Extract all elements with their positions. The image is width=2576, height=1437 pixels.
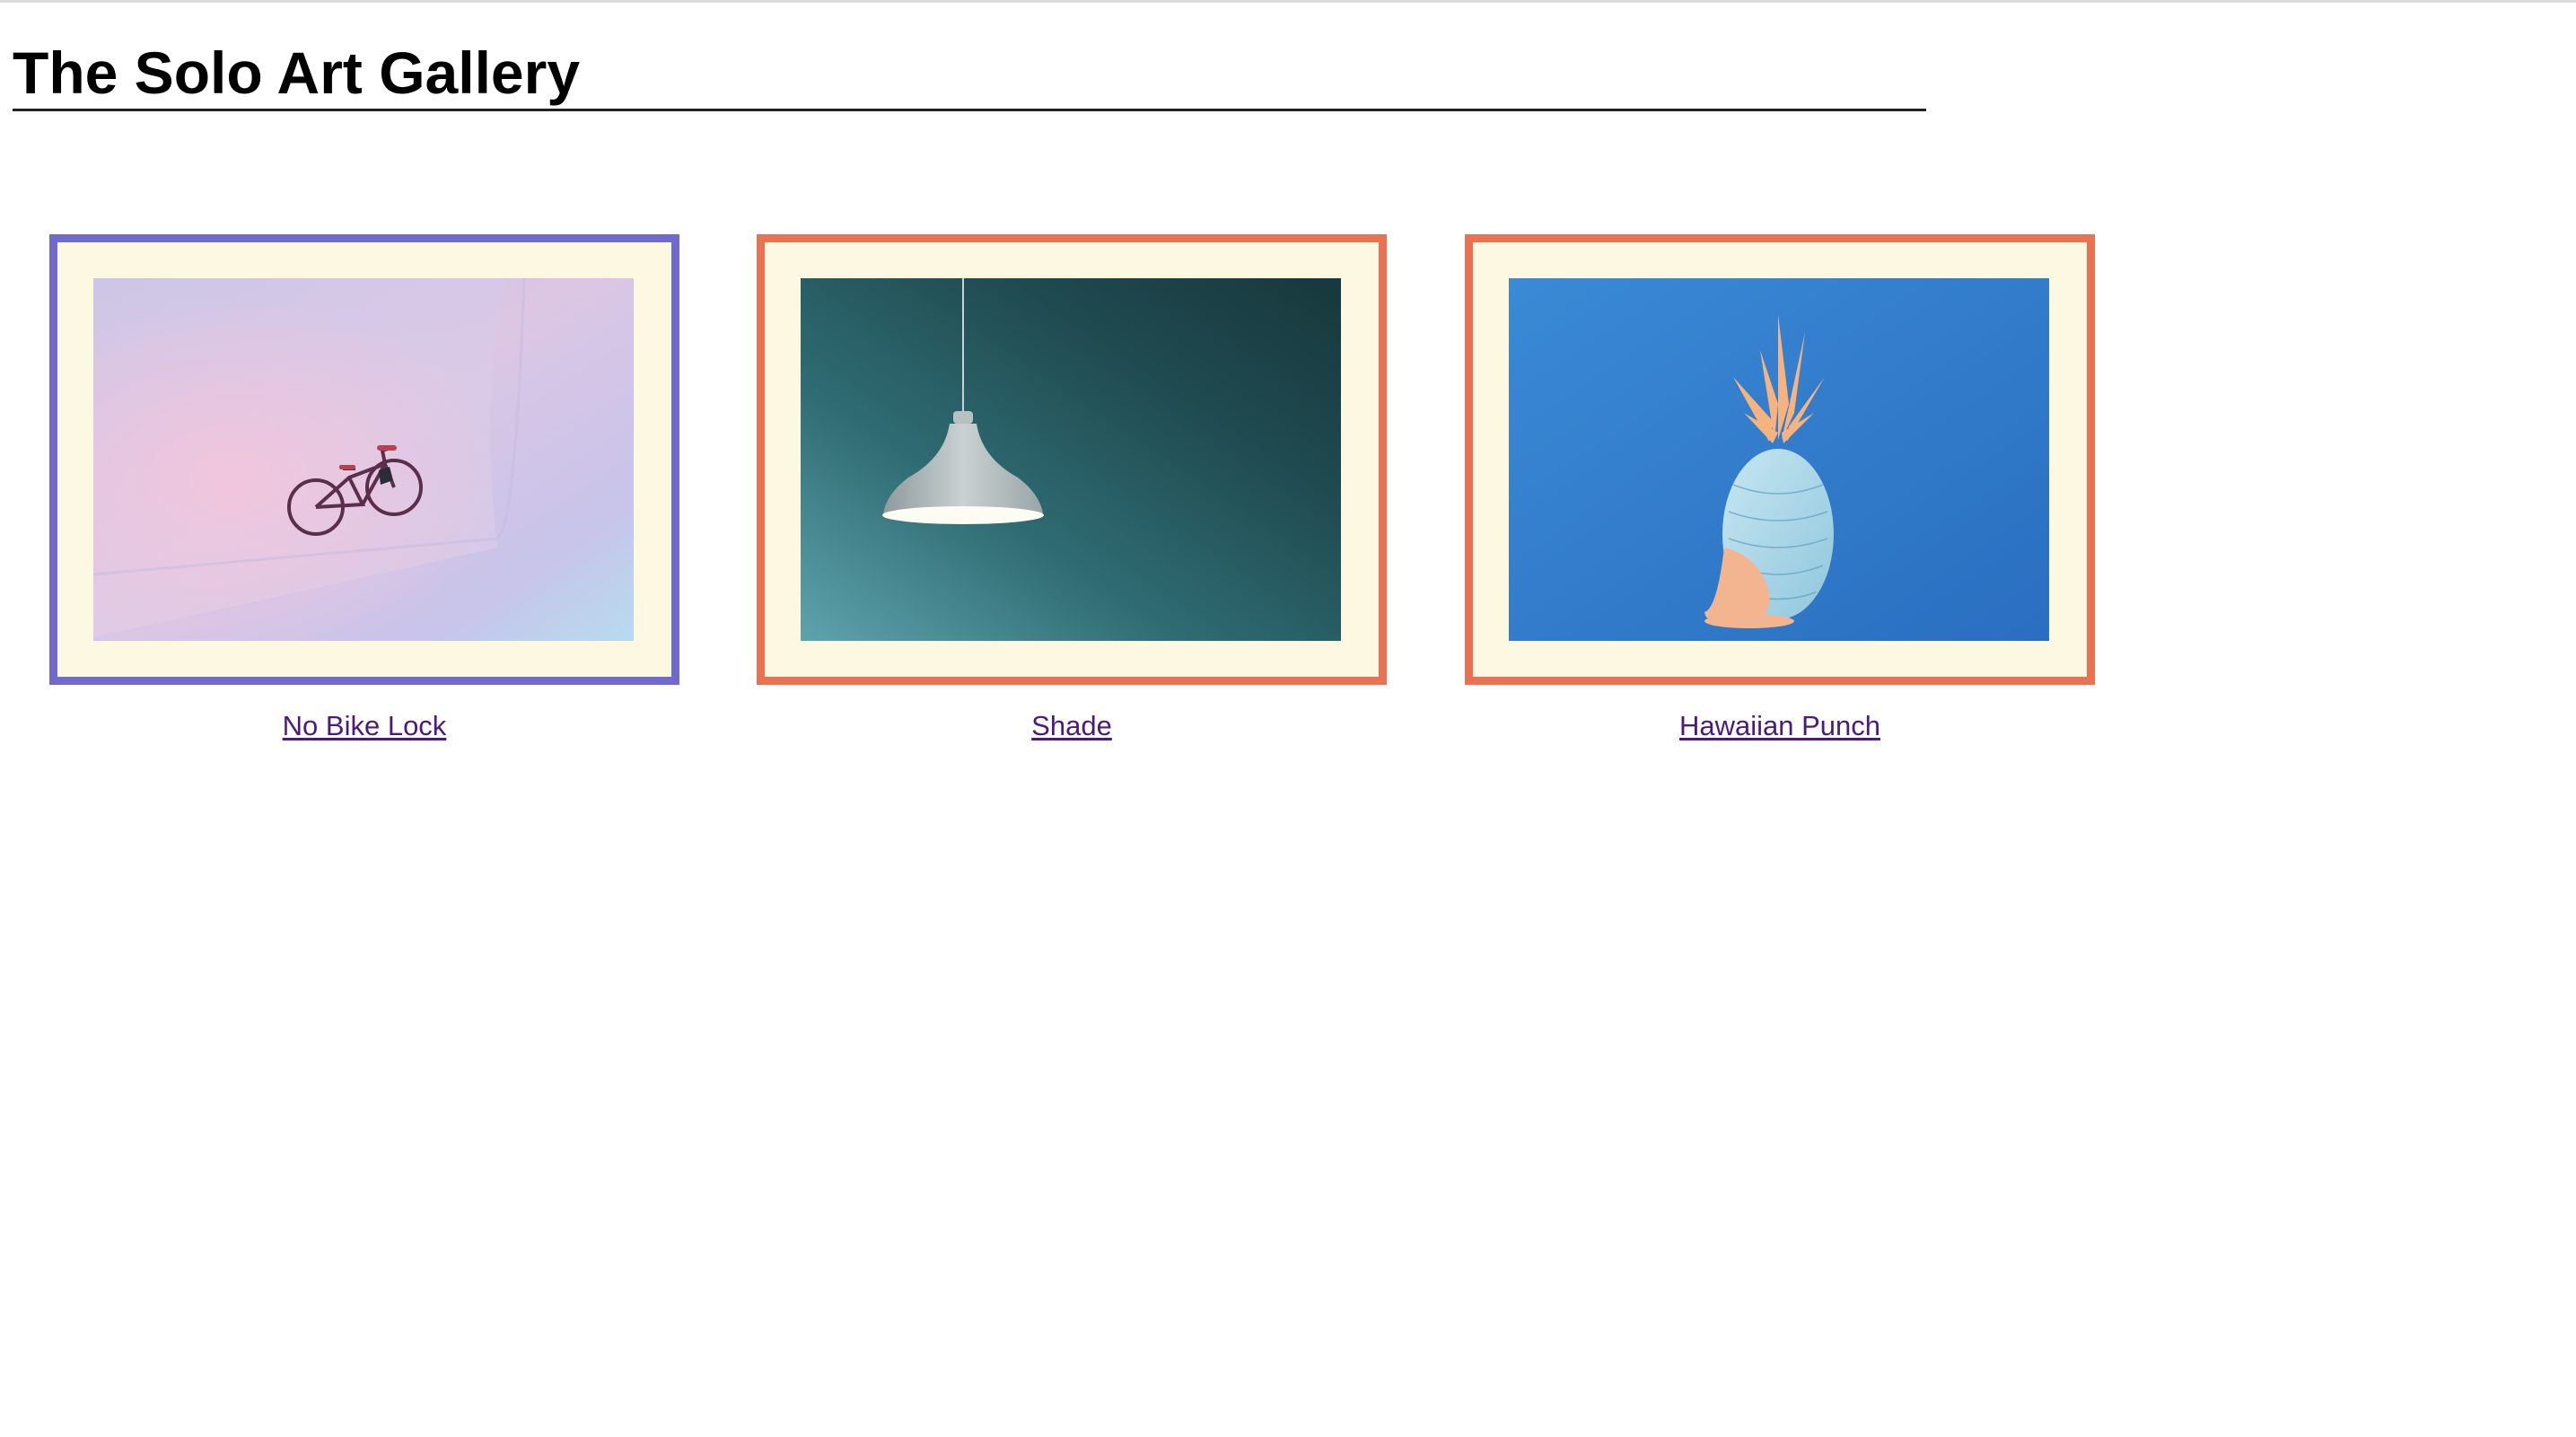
artwork-caption: Hawaiian Punch: [1465, 708, 2095, 744]
artwork-card: Shade: [757, 234, 1387, 744]
artwork-frame[interactable]: [49, 234, 679, 685]
pendant-lamp-photo: [801, 278, 1341, 641]
artwork-card: Hawaiian Punch: [1465, 234, 2095, 744]
artwork-link[interactable]: No Bike Lock: [283, 710, 447, 741]
bicycle-photo: [93, 278, 634, 641]
artwork-link[interactable]: Hawaiian Punch: [1679, 710, 1880, 741]
gallery: No Bike Lock Shade Hawaiian Punch: [0, 3, 2576, 1437]
artwork-frame[interactable]: [757, 234, 1387, 685]
artwork-frame[interactable]: [1465, 234, 2095, 685]
pineapple-photo: [1509, 278, 2049, 641]
artwork-caption: Shade: [757, 708, 1387, 744]
artwork-card: No Bike Lock: [49, 234, 679, 744]
artwork-caption: No Bike Lock: [49, 708, 679, 744]
artwork-link[interactable]: Shade: [1031, 710, 1112, 741]
